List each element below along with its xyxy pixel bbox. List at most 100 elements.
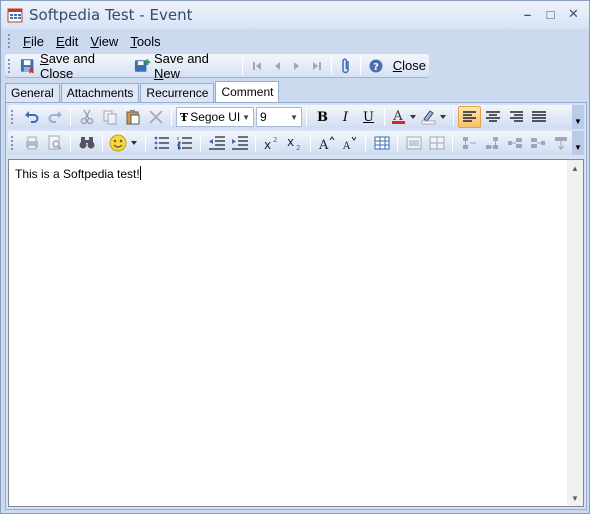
shrink-font-icon: A xyxy=(342,136,356,151)
toolbar-separator xyxy=(241,56,243,75)
menu-edit[interactable]: Edit xyxy=(50,34,84,49)
split-cells-button[interactable] xyxy=(425,132,448,154)
calendar-app-icon xyxy=(7,8,23,23)
split-cells-icon xyxy=(429,136,444,150)
numbering-button[interactable] xyxy=(173,132,196,154)
toolbar-separator xyxy=(452,134,453,152)
toolbar-separator xyxy=(255,134,256,152)
save-and-close-button[interactable]: Save and Close xyxy=(17,51,131,81)
vertical-scrollbar[interactable]: ▲ ▼ xyxy=(567,160,583,506)
menu-view[interactable]: View xyxy=(84,34,124,49)
window-title: Softpedia Test - Event xyxy=(29,6,193,24)
standard-toolbar: Save and Close Save and New ? Close xyxy=(5,51,429,81)
insert-row-above-button[interactable] xyxy=(457,132,480,154)
insert-toolbar-grip[interactable] xyxy=(10,135,14,151)
insert-row-below-button[interactable] xyxy=(480,132,503,154)
printer-icon xyxy=(25,136,38,150)
help-icon: ? xyxy=(369,59,383,73)
scroll-down-icon[interactable]: ▼ xyxy=(567,490,583,506)
bold-button[interactable]: B xyxy=(311,106,334,128)
grow-font-button[interactable]: A xyxy=(315,132,338,154)
menu-file[interactable]: File xyxy=(17,34,50,49)
delete-icon xyxy=(148,110,163,124)
tab-comment[interactable]: Comment xyxy=(215,81,280,103)
toolbar-separator xyxy=(145,134,146,152)
redo-button[interactable] xyxy=(43,106,66,128)
emoticon-button[interactable] xyxy=(107,132,141,154)
toolbar-separator xyxy=(70,134,71,152)
align-left-button[interactable] xyxy=(458,106,481,128)
insert-table-button[interactable] xyxy=(370,132,393,154)
attach-button[interactable] xyxy=(336,55,356,77)
merge-cells-button[interactable] xyxy=(402,132,425,154)
comment-editor[interactable]: This is a Softpedia test! ▲ ▼ xyxy=(8,159,584,507)
italic-button[interactable]: I xyxy=(334,106,357,128)
print-preview-button[interactable] xyxy=(43,132,66,154)
insert-column-left-button[interactable] xyxy=(503,132,526,154)
toolbar-overflow-icon[interactable]: ▼ xyxy=(572,131,584,155)
menubar-grip[interactable] xyxy=(7,33,11,49)
next-icon xyxy=(293,61,299,70)
paste-button[interactable] xyxy=(121,106,144,128)
tab-general[interactable]: General xyxy=(5,83,60,103)
minimize-button[interactable]: – xyxy=(516,5,539,23)
next-record-button[interactable] xyxy=(287,55,307,77)
bullets-button[interactable] xyxy=(150,132,173,154)
insert-column-right-button[interactable] xyxy=(526,132,549,154)
svg-text:x: x xyxy=(287,135,294,149)
scroll-up-icon[interactable]: ▲ xyxy=(567,160,583,176)
truetype-font-icon: Ŧ xyxy=(180,110,189,124)
superscript-button[interactable]: x2 xyxy=(260,132,283,154)
chevron-down-icon: ▼ xyxy=(242,113,250,122)
align-right-button[interactable] xyxy=(504,106,527,128)
copy-button[interactable] xyxy=(98,106,121,128)
underline-button[interactable]: U xyxy=(357,106,380,128)
last-record-button[interactable] xyxy=(307,55,327,77)
help-button[interactable]: ? xyxy=(365,55,387,77)
align-center-button[interactable] xyxy=(481,106,504,128)
close-window-button[interactable]: ✕ xyxy=(562,5,585,23)
menu-tools[interactable]: Tools xyxy=(124,34,166,49)
find-button[interactable] xyxy=(75,132,98,154)
font-size-combo[interactable]: 9 ▼ xyxy=(256,107,302,127)
grow-font-icon: A xyxy=(318,136,334,151)
decrease-indent-button[interactable] xyxy=(205,132,228,154)
save-and-new-button[interactable]: Save and New xyxy=(131,51,238,81)
toolbar-separator xyxy=(365,134,366,152)
delete-table-item-button[interactable] xyxy=(549,132,572,154)
subscript-button[interactable]: x2 xyxy=(283,132,306,154)
toolbar-separator xyxy=(453,108,454,126)
close-button[interactable]: Close xyxy=(387,55,429,77)
shrink-font-button[interactable]: A xyxy=(338,132,361,154)
previous-record-button[interactable] xyxy=(267,55,287,77)
toolbar-grip[interactable] xyxy=(7,57,11,74)
first-icon xyxy=(252,61,261,70)
copy-icon xyxy=(103,110,116,125)
paste-icon xyxy=(126,110,139,125)
delete-row-icon xyxy=(554,137,567,150)
title-bar[interactable]: Softpedia Test - Event – □ ✕ xyxy=(1,1,589,29)
text-caret xyxy=(139,166,141,180)
delete-button[interactable] xyxy=(144,106,167,128)
tab-recurrence[interactable]: Recurrence xyxy=(140,83,215,103)
font-name-combo[interactable]: Ŧ Segoe UI ▼ xyxy=(176,107,254,127)
first-record-button[interactable] xyxy=(247,55,267,77)
binoculars-icon xyxy=(79,137,94,149)
maximize-button[interactable]: □ xyxy=(539,5,562,23)
format-toolbar-grip[interactable] xyxy=(10,109,14,125)
toolbar-overflow-icon[interactable]: ▼ xyxy=(572,105,584,129)
font-color-button[interactable]: A xyxy=(389,106,419,128)
svg-text:?: ? xyxy=(373,62,379,73)
smiley-icon xyxy=(109,134,137,152)
print-button[interactable] xyxy=(20,132,43,154)
last-icon xyxy=(312,61,321,70)
align-left-icon xyxy=(462,111,476,122)
cut-button[interactable] xyxy=(75,106,98,128)
justify-button[interactable] xyxy=(527,106,550,128)
toolbar-separator xyxy=(200,134,201,152)
tab-attachments[interactable]: Attachments xyxy=(60,83,140,103)
highlighter-icon xyxy=(421,110,446,125)
increase-indent-button[interactable] xyxy=(228,132,251,154)
undo-button[interactable] xyxy=(20,106,43,128)
highlight-color-button[interactable] xyxy=(419,106,449,128)
